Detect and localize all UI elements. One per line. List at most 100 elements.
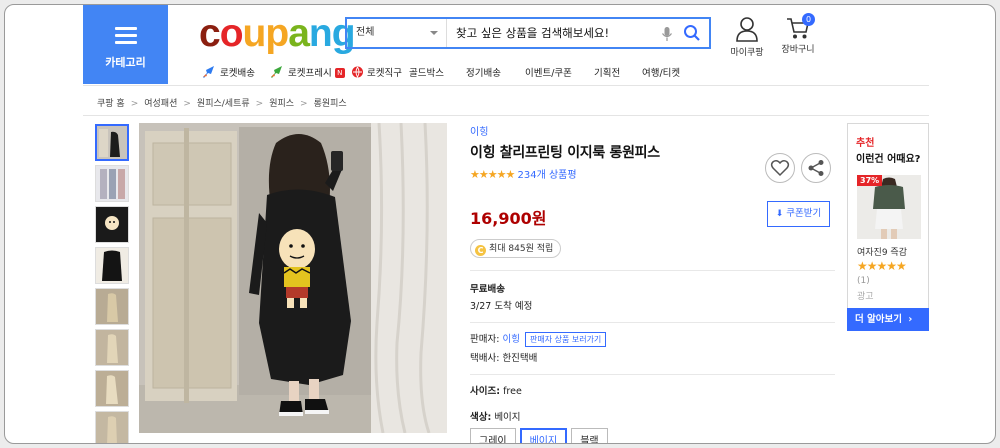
color-value: 베이지	[494, 412, 521, 423]
mycoupang-button[interactable]: 마이쿠팡	[727, 16, 767, 58]
heart-icon	[770, 160, 790, 177]
menu-rocket-fresh[interactable]: 로켓프레시 N	[269, 65, 345, 79]
header-divider	[83, 85, 929, 86]
courier: 택배사: 한진택배	[470, 353, 538, 364]
menu-events[interactable]: 이벤트/쿠폰	[525, 65, 572, 79]
search-bar: 전체	[345, 17, 711, 49]
menu-label: 로켓프레시	[288, 68, 332, 79]
thumbnail[interactable]	[95, 165, 129, 202]
breadcrumb-separator: >	[255, 99, 264, 109]
coupang-logo[interactable]: coupang	[199, 12, 356, 56]
seller-name-link[interactable]: 이힝	[502, 334, 519, 345]
ad-label: 광고	[857, 292, 874, 302]
new-badge: N	[334, 68, 345, 78]
color-row: 색상: 베이지	[470, 409, 835, 423]
search-category-value: 전체	[356, 27, 375, 38]
share-button[interactable]	[801, 153, 831, 183]
coin-icon: C	[475, 245, 486, 256]
category-button[interactable]: 카테고리	[83, 5, 168, 84]
main-product-image[interactable]	[139, 123, 447, 433]
thumbnail[interactable]	[95, 288, 129, 325]
hamburger-icon	[115, 27, 137, 48]
color-options: 그레이베이지✓블랙	[470, 428, 835, 444]
logo-letter: a	[288, 12, 310, 55]
breadcrumb-separator: >	[130, 99, 139, 109]
user-icon	[736, 17, 758, 42]
logo-letter: o	[219, 12, 244, 55]
cart-button[interactable]: 0 장바구니	[777, 13, 819, 55]
color-option-beige[interactable]: 베이지✓	[519, 428, 568, 444]
thumbnail[interactable]	[95, 247, 129, 284]
recommended-product-name[interactable]: 여자진9 즉감	[857, 245, 925, 258]
menu-rocket-delivery[interactable]: 로켓배송	[201, 65, 255, 79]
coupon-label: 쿠폰받기	[786, 208, 822, 219]
shipping-title: 무료배송	[470, 284, 505, 295]
rocket-fresh-icon	[271, 66, 282, 78]
thumbnail-list	[95, 124, 131, 443]
menu-subscription[interactable]: 정기배송	[466, 65, 501, 79]
logo-letter: n	[308, 12, 333, 55]
recommended-review-count: (1)	[857, 276, 870, 286]
recommend-label: 추천	[856, 138, 875, 149]
mycoupang-label: 마이쿠팡	[730, 48, 764, 58]
logo-letter: p	[265, 12, 289, 55]
size-row: 사이즈: free	[470, 383, 835, 397]
search-input[interactable]	[448, 19, 653, 47]
breadcrumb-item[interactable]: 원피스	[269, 99, 294, 109]
thumbnail[interactable]	[95, 124, 129, 161]
breadcrumb-item[interactable]: 롱원피스	[314, 99, 347, 109]
chevron-down-icon	[430, 31, 438, 35]
color-option-label: 베이지	[529, 436, 558, 444]
thumbnail[interactable]	[95, 370, 129, 407]
breadcrumb: 쿠팡 홈 > 여성패션 > 원피스/세트류 > 원피스 > 롱원피스	[97, 96, 347, 109]
divider	[470, 322, 835, 323]
discount-badge: 37%	[857, 175, 883, 186]
breadcrumb-item[interactable]: 원피스/세트류	[197, 99, 250, 109]
globe-icon	[352, 66, 363, 78]
color-option-gray[interactable]: 그레이	[470, 428, 516, 443]
thumbnail[interactable]	[95, 206, 129, 243]
thumbnail[interactable]	[95, 411, 129, 443]
logo-letter: c	[199, 12, 221, 55]
coupon-button[interactable]: ⬇ 쿠폰받기	[767, 201, 830, 227]
breadcrumb-separator: >	[183, 99, 191, 109]
menu-label: 로켓직구	[367, 68, 402, 79]
see-more-button[interactable]: 더 알아보기 ›	[847, 308, 929, 331]
color-label: 색상:	[470, 412, 492, 423]
star-rating-icon: ★★★★★	[470, 168, 515, 181]
seller-products-button[interactable]: 판매자 상품 보러가기	[524, 332, 607, 347]
reward-badge: C 최대 845원 적립	[470, 239, 562, 258]
cart-count-badge: 0	[802, 13, 815, 26]
thumbnail[interactable]	[95, 329, 129, 366]
size-value: free	[503, 386, 522, 397]
brand-link[interactable]: 이힝	[470, 123, 835, 138]
browser-frame: 카테고리 coupang 전체 마이쿠팡	[4, 4, 996, 444]
wishlist-button[interactable]	[765, 153, 795, 183]
rocket-icon	[203, 66, 214, 78]
search-icon[interactable]	[683, 24, 701, 42]
breadcrumb-item[interactable]: 쿠팡 홈	[97, 99, 125, 109]
menu-goldbox[interactable]: 골드박스	[409, 65, 444, 79]
recommendation-panel: 추천 이런건 어때요? 37% 여자진9 즉감 ★★★★★ (1) 광고	[847, 123, 929, 331]
divider	[470, 374, 835, 375]
recommend-title: 이런건 어때요?	[856, 154, 921, 165]
menu-rocket-direct[interactable]: 로켓직구	[351, 65, 402, 79]
menu-travel[interactable]: 여행/티켓	[642, 65, 680, 79]
color-option-black[interactable]: 블랙	[571, 428, 608, 443]
see-more-label: 더 알아보기	[855, 314, 903, 325]
search-category-select[interactable]: 전체	[347, 19, 447, 47]
breadcrumb-item[interactable]: 여성패션	[144, 99, 177, 109]
microphone-icon[interactable]	[660, 26, 674, 42]
star-rating-icon: ★★★★★	[857, 259, 907, 273]
arrival-date: 3/27 도착 예정	[470, 301, 533, 312]
divider	[470, 270, 835, 271]
category-label: 카테고리	[105, 56, 146, 69]
chevron-right-icon: ›	[908, 314, 913, 325]
seller-row: 판매자: 이힝 판매자 상품 보러가기	[470, 331, 835, 347]
menu-exhibition[interactable]: 기획전	[594, 65, 620, 79]
review-count-link[interactable]: 234개 상품평	[518, 170, 577, 181]
cart-label: 장바구니	[781, 45, 815, 55]
dress-photo	[139, 123, 447, 433]
seller-label: 판매자:	[470, 334, 500, 345]
logo-letter: u	[242, 12, 267, 55]
